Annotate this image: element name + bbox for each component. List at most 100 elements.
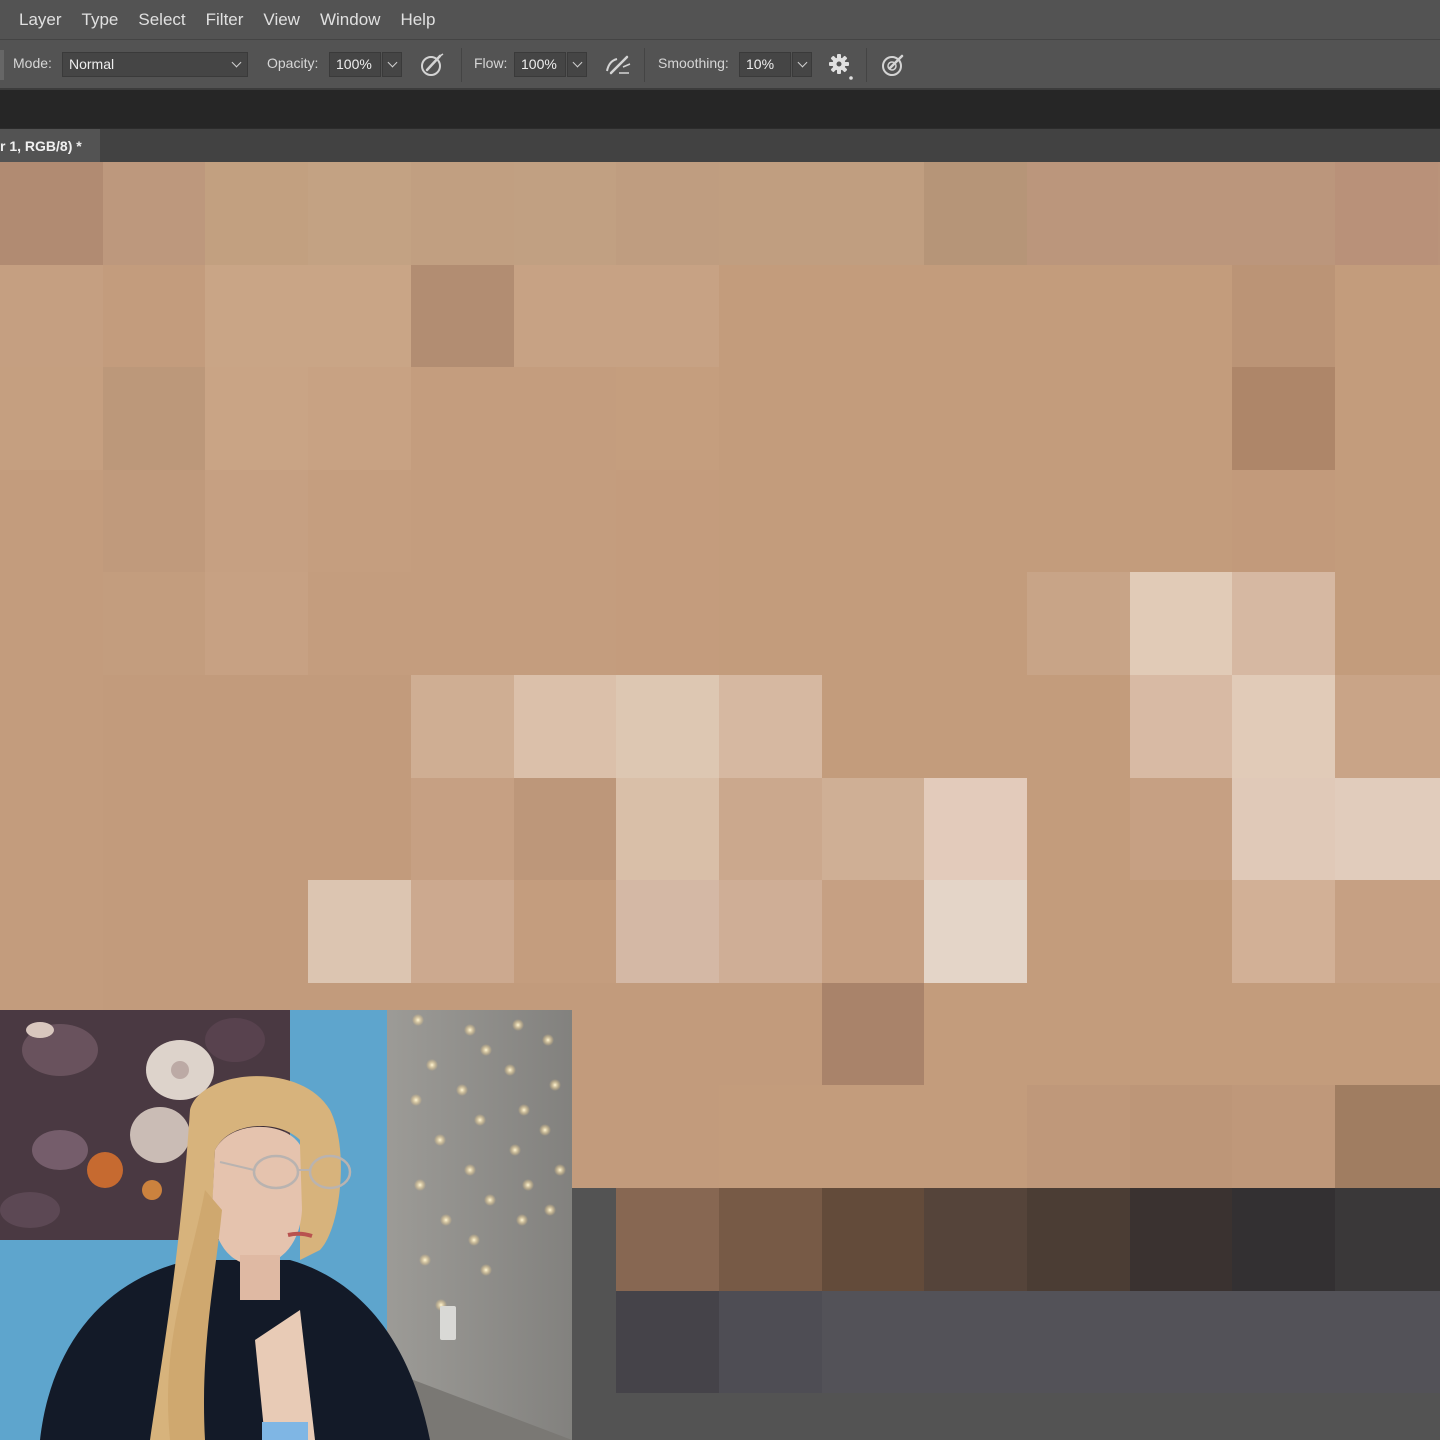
mosaic-cell [1232,162,1336,266]
mosaic-cell [1130,1085,1234,1189]
mosaic-cell [1232,265,1336,369]
mosaic-cell [1027,367,1131,471]
opacity-input[interactable]: 100% [329,52,381,77]
mosaic-cell [616,983,720,1087]
mosaic-cell [205,367,309,471]
mosaic-cell [1027,1393,1131,1440]
menu-view[interactable]: View [253,0,310,40]
mosaic-cell [616,1188,720,1292]
mode-label: Mode: [13,55,52,71]
pressure-opacity-icon[interactable] [418,51,446,79]
mosaic-cell [1027,162,1131,266]
mosaic-cell [1232,983,1336,1087]
mosaic-cell [1335,1085,1439,1189]
mosaic-cell [924,470,1028,574]
mosaic-cell [719,880,823,984]
mosaic-cell [1232,1188,1336,1292]
mosaic-cell [719,778,823,882]
mosaic-cell [411,880,515,984]
menu-layer[interactable]: Layer [0,0,72,40]
mosaic-cell [411,778,515,882]
opacity-label: Opacity: [267,55,319,71]
mosaic-cell [1232,470,1336,574]
mosaic-cell [1027,265,1131,369]
mosaic-cell [924,1393,1028,1440]
mosaic-cell [924,572,1028,676]
airbrush-icon[interactable] [603,51,633,79]
mosaic-cell [822,1393,926,1440]
mosaic-cell [822,983,926,1087]
mosaic-cell [514,572,618,676]
mosaic-cell [514,880,618,984]
mosaic-cell [822,265,926,369]
document-tab[interactable]: r 1, RGB/8) * [0,129,100,163]
mosaic-cell [1335,880,1439,984]
separator [461,48,462,82]
mosaic-cell [1232,572,1336,676]
mosaic-cell [103,265,207,369]
mosaic-cell [1027,983,1131,1087]
tool-options-bar: Mode: Normal Opacity: 100% Flow: 100% Sm… [0,40,1440,90]
mosaic-cell [822,1188,926,1292]
mosaic-cell [719,983,823,1087]
mode-select[interactable]: Normal [62,52,248,77]
smoothing-dropdown[interactable] [792,52,812,77]
mosaic-cell [719,1291,823,1395]
mosaic-cell [822,675,926,779]
options-bar-grip[interactable] [0,50,4,80]
mosaic-cell [514,470,618,574]
mosaic-cell [411,162,515,266]
menu-select[interactable]: Select [128,0,195,40]
mosaic-cell [1130,572,1234,676]
opacity-value: 100% [336,56,372,72]
mosaic-cell [1232,880,1336,984]
opacity-dropdown[interactable] [382,52,402,77]
mosaic-cell [924,1291,1028,1395]
mosaic-cell [514,265,618,369]
mosaic-cell [822,778,926,882]
mosaic-cell [1335,1393,1439,1440]
mosaic-cell [1130,1188,1234,1292]
chevron-down-icon [572,57,583,68]
mosaic-cell [308,470,412,574]
menu-help[interactable]: Help [390,0,445,40]
flow-label: Flow: [474,55,508,71]
smoothing-input[interactable]: 10% [739,52,791,77]
flow-input[interactable]: 100% [514,52,566,77]
flow-dropdown[interactable] [567,52,587,77]
mosaic-cell [514,367,618,471]
mosaic-cell [1335,778,1439,882]
mosaic-cell [822,1085,926,1189]
mosaic-cell [616,265,720,369]
webcam-overlay [0,1010,572,1440]
menu-filter[interactable]: Filter [196,0,254,40]
mosaic-cell [411,572,515,676]
mosaic-cell [308,778,412,882]
mosaic-cell [924,1085,1028,1189]
mosaic-cell [822,470,926,574]
webcam-feed-image [0,1010,572,1440]
gear-icon[interactable] [827,52,855,82]
mosaic-cell [616,572,720,676]
menu-window[interactable]: Window [310,0,390,40]
smoothing-label: Smoothing: [658,55,729,71]
mosaic-cell [0,265,104,369]
mosaic-cell [1335,572,1439,676]
mosaic-cell [616,880,720,984]
mosaic-cell [308,880,412,984]
mosaic-cell [1027,1188,1131,1292]
mosaic-cell [1232,778,1336,882]
mosaic-cell [1232,1393,1336,1440]
smoothing-value: 10% [746,56,775,72]
mosaic-cell [1335,983,1439,1087]
mosaic-cell [0,778,104,882]
mosaic-cell [822,367,926,471]
mosaic-cell [1130,778,1234,882]
mosaic-cell [103,572,207,676]
mosaic-cell [616,778,720,882]
mosaic-cell [719,367,823,471]
menu-type[interactable]: Type [72,0,129,40]
pressure-size-icon[interactable] [879,51,907,79]
mode-value: Normal [69,56,115,72]
mosaic-cell [1130,880,1234,984]
